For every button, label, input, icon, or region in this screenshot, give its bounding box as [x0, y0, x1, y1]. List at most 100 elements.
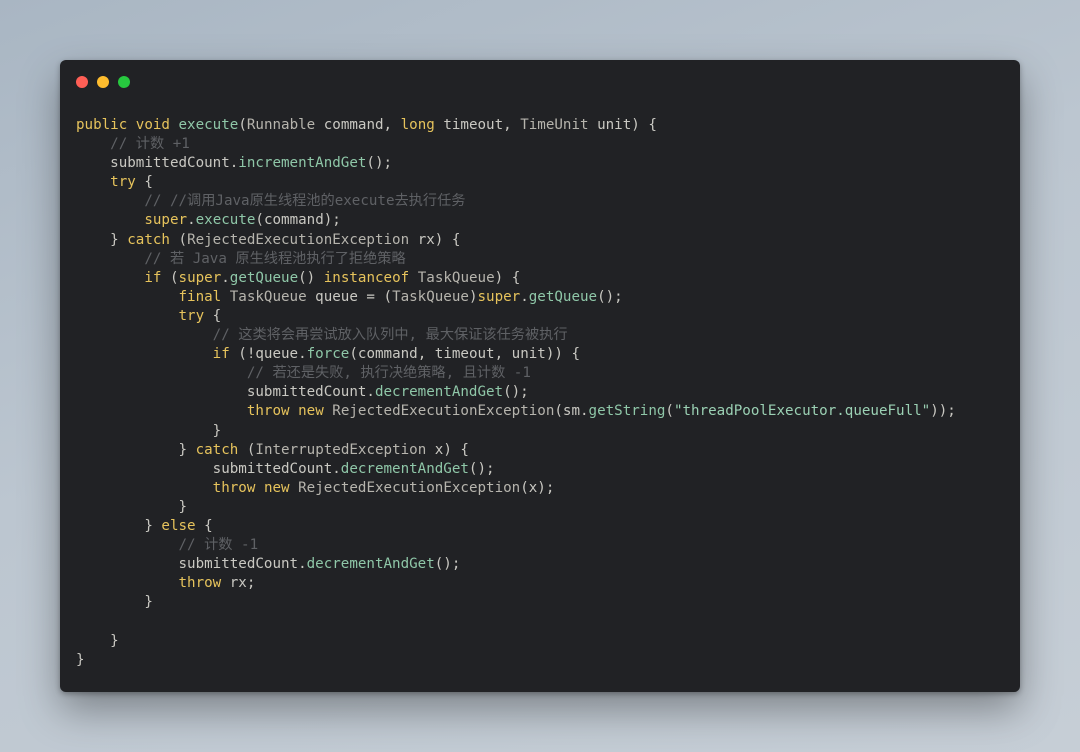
code-line: }: [76, 422, 1010, 441]
code-token: TimeUnit: [520, 117, 589, 133]
code-token: public: [76, 117, 128, 133]
code-token: force: [306, 346, 350, 363]
code-line: submittedCount.decrementAndGet();: [76, 460, 1010, 479]
code-line: // 若还是失败, 执行决绝策略, 且计数 -1: [76, 364, 1010, 383]
code-token: (command, timeout, unit)) {: [349, 346, 580, 363]
code-token: .: [221, 269, 230, 286]
code-token: RejectedExecutionException: [187, 231, 410, 248]
code-token: rx;: [221, 575, 256, 592]
code-token: }: [76, 651, 85, 668]
code-token: decrementAndGet: [340, 460, 469, 477]
code-line: submittedCount.incrementAndGet();: [76, 154, 1010, 173]
code-line: }: [76, 651, 1010, 670]
code-token: submittedCount.: [76, 460, 341, 477]
code-token: // 若还是失败, 执行决绝策略, 且计数 -1: [246, 365, 531, 382]
code-line: }: [76, 632, 1010, 651]
code-token: TaskQueue: [229, 288, 307, 305]
code-line: try {: [76, 173, 1010, 192]
code-token: (: [238, 117, 247, 133]
code-token: }: [76, 231, 128, 248]
code-token: timeout,: [434, 117, 521, 133]
code-line: super.execute(command);: [76, 211, 1010, 230]
code-token: incrementAndGet: [238, 155, 367, 172]
code-token: ) {: [494, 269, 521, 286]
code-token: decrementAndGet: [306, 556, 435, 573]
code-token: RejectedExecutionException: [332, 403, 555, 420]
minimize-button[interactable]: [97, 76, 109, 88]
close-button[interactable]: [76, 76, 88, 88]
code-token: (: [169, 231, 188, 248]
code-line: }: [76, 498, 1010, 517]
code-token: }: [76, 441, 196, 458]
code-token: TaskQueue: [392, 288, 469, 305]
code-token: ();: [434, 556, 461, 573]
code-token: ();: [503, 384, 529, 401]
code-token: ();: [366, 155, 393, 172]
code-token: if: [212, 346, 230, 363]
code-token: }: [76, 594, 153, 611]
code-token: if: [144, 269, 162, 286]
code-token: {: [135, 174, 153, 191]
code-token: decrementAndGet: [374, 384, 504, 401]
code-token: getQueue: [528, 288, 598, 305]
code-token: catch: [127, 231, 170, 248]
code-token: .: [520, 288, 529, 305]
code-line: } else {: [76, 517, 1010, 536]
code-token: execute: [178, 117, 239, 133]
code-token: (!queue.: [229, 346, 307, 363]
code-token: long: [400, 117, 435, 133]
code-line: throw new RejectedExecutionException(sm.…: [76, 402, 1010, 421]
code-token: Runnable: [246, 117, 316, 133]
code-line: if (super.getQueue() instanceof TaskQueu…: [76, 269, 1010, 288]
code-token: unit) {: [588, 117, 657, 133]
code-token: // //调用Java原生线程池的execute去执行任务: [144, 193, 466, 210]
code-line: // 计数 +1: [76, 135, 1010, 154]
code-token: new: [298, 403, 324, 420]
code-token: submittedCount.: [76, 556, 307, 573]
maximize-button[interactable]: [118, 76, 130, 88]
code-token: {: [195, 517, 213, 534]
code-token: super: [144, 212, 188, 229]
code-token: (: [665, 403, 674, 420]
code-token: (): [298, 269, 324, 286]
code-token: submittedCount.: [76, 155, 239, 172]
code-line: // 这类将会再尝试放入队列中, 最大保证该任务被执行: [76, 326, 1010, 345]
code-token: super: [477, 288, 521, 305]
code-line: // //调用Java原生线程池的execute去执行任务: [76, 192, 1010, 211]
code-token: try: [110, 174, 136, 191]
code-token: }: [76, 632, 119, 649]
code-line: final TaskQueue queue = (TaskQueue)super…: [76, 288, 1010, 307]
code-line: throw new RejectedExecutionException(x);: [76, 479, 1010, 498]
code-token: RejectedExecutionException: [298, 479, 521, 496]
code-token: else: [161, 517, 196, 534]
code-token: new: [263, 479, 290, 496]
code-token: instanceof: [323, 269, 410, 286]
code-token: (: [161, 269, 179, 286]
code-line: }: [76, 593, 1010, 612]
code-line: if (!queue.force(command, timeout, unit)…: [76, 345, 1010, 364]
code-token: command,: [315, 117, 401, 133]
code-token: ();: [597, 288, 623, 305]
code-token: super: [178, 269, 222, 286]
code-token: queue = (: [306, 288, 393, 305]
code-token: // 计数 -1: [178, 537, 259, 554]
code-token: (x);: [520, 479, 555, 496]
